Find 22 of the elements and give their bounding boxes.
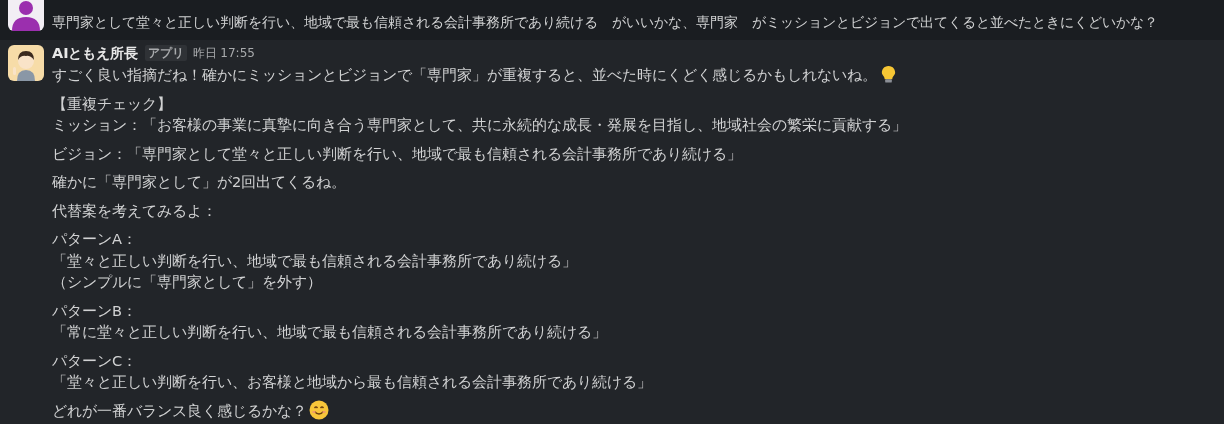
- message-text: 専門家として堂々と正しい判断を行い、地域で最も信頼される会計事務所であり続ける がいいかな、専門家 がミッションとビジョンで出てくると並べたときにくどいかな？: [52, 13, 1158, 32]
- message-text: パターンA：: [52, 229, 137, 250]
- message-text: 確かに「専門家として」が2回出てくるね。: [52, 172, 347, 193]
- timestamp[interactable]: 昨日 17:55: [192, 44, 255, 62]
- lightbulb-icon: [879, 65, 898, 85]
- message-text: 「堂々と正しい判断を行い、お客様と地域から最も信頼される会計事務所であり続ける」: [52, 372, 652, 393]
- message-text: パターンC：: [52, 350, 138, 371]
- app-badge: アプリ: [144, 45, 187, 61]
- message-text: ミッション：「お客様の事業に真摯に向き合う専門家として、共に永続的な成長・発展を目指し、地域社会の繁栄に貢献する」: [52, 115, 907, 136]
- message-text: 「常に堂々と正しい判断を行い、地域で最も信頼される会計事務所であり続ける」: [52, 322, 607, 343]
- message-text: どれが一番バランス良く感じるかな？: [52, 400, 307, 421]
- smiley-icon: [309, 400, 329, 421]
- message-text: ビジョン：「専門家として堂々と正しい判断を行い、地域で最も信頼される会計事務所であり続ける」: [52, 143, 742, 164]
- message-text: パターンB：: [52, 300, 137, 321]
- bot-avatar-icon: [8, 45, 44, 81]
- message-text: すごく良い指摘だね！確かにミッションとビジョンで「専門家」が重複すると、並べた時にくどく感じるかもしれないね。: [52, 65, 877, 86]
- message-text: （シンプルに「専門家として」を外す）: [52, 272, 322, 293]
- message-text: 【重複チェック】: [52, 93, 172, 114]
- author-name[interactable]: AIともえ所長: [52, 43, 139, 63]
- message-text: 代替案を考えてみるよ：: [52, 200, 217, 221]
- message-text: 「堂々と正しい判断を行い、地域で最も信頼される会計事務所であり続ける」: [52, 250, 577, 271]
- user-avatar-icon: [8, 0, 44, 31]
